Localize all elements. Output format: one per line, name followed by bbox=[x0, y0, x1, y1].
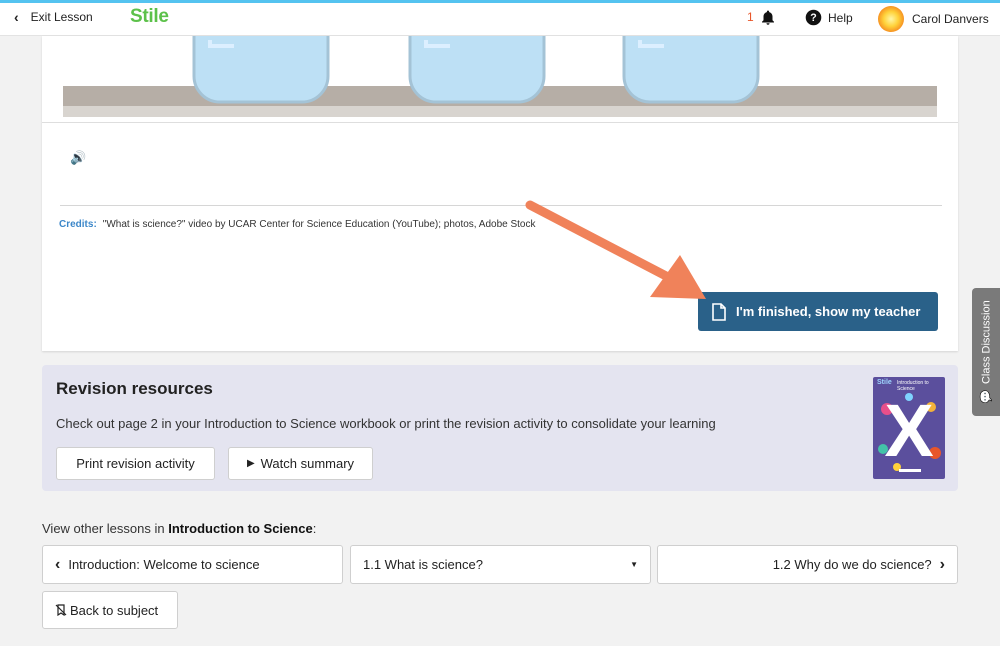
caret-down-icon: ▼ bbox=[630, 560, 638, 569]
annotation-arrow bbox=[525, 200, 706, 299]
svg-text:?: ? bbox=[810, 12, 816, 24]
help-label: Help bbox=[828, 10, 853, 25]
previous-lesson-label: Introduction: Welcome to science bbox=[68, 557, 260, 572]
top-bar: ‹ Exit Lesson Stile 1 ? Help Carol Danve… bbox=[0, 0, 1000, 36]
no-bookmark-icon bbox=[55, 604, 67, 616]
avatar bbox=[878, 6, 904, 32]
watch-summary-label: Watch summary bbox=[260, 456, 355, 471]
subject-name: Introduction to Science bbox=[168, 521, 313, 536]
credits: Credits: "What is science?" video by UCAR… bbox=[59, 219, 536, 230]
print-revision-button[interactable]: Print revision activity bbox=[56, 447, 215, 480]
revision-resources-panel: Revision resources Check out page 2 in y… bbox=[42, 365, 958, 491]
other-lessons-label: View other lessons in Introduction to Sc… bbox=[42, 521, 316, 536]
divider bbox=[60, 205, 942, 206]
book-letter: X bbox=[884, 389, 934, 472]
class-discussion-tab[interactable]: 💬 Class Discussion bbox=[972, 288, 1000, 416]
back-to-subject-button[interactable]: Back to subject bbox=[42, 591, 178, 629]
other-lessons-prefix: View other lessons in bbox=[42, 521, 169, 536]
watch-summary-button[interactable]: ▶ Watch summary bbox=[228, 447, 373, 480]
notification-count: 1 bbox=[747, 10, 754, 24]
lesson-select-value: 1.1 What is science? bbox=[363, 557, 483, 572]
book-brand: Stile bbox=[877, 379, 892, 386]
chevron-left-icon: ‹ bbox=[55, 555, 61, 573]
chevron-left-icon: ‹ bbox=[14, 9, 19, 25]
revision-title: Revision resources bbox=[56, 379, 213, 398]
class-discussion-label: Class Discussion bbox=[980, 300, 992, 385]
bell-icon[interactable] bbox=[759, 9, 777, 32]
lesson-select[interactable]: 1.1 What is science? ▼ bbox=[350, 545, 651, 584]
other-lessons-suffix: : bbox=[312, 521, 317, 536]
revision-description: Check out page 2 in your Introduction to… bbox=[56, 416, 716, 431]
back-to-subject-label: Back to subject bbox=[70, 602, 159, 618]
play-icon: ▶ bbox=[246, 458, 255, 469]
finish-show-teacher-button[interactable]: I'm finished, show my teacher bbox=[698, 292, 938, 331]
exit-lesson-button[interactable]: ‹ Exit Lesson bbox=[14, 9, 93, 25]
next-lesson-button[interactable]: 1.2 Why do we do science? › bbox=[657, 545, 958, 584]
help-icon: ? bbox=[805, 9, 822, 26]
chevron-right-icon: › bbox=[939, 555, 945, 573]
help-button[interactable]: ? Help bbox=[805, 9, 853, 26]
user-name: Carol Danvers bbox=[912, 12, 989, 26]
stile-logo[interactable]: Stile bbox=[130, 6, 169, 28]
lesson-card: 🔊 Credits: "What is science?" video by UC… bbox=[42, 36, 958, 351]
chat-bubble-icon: 💬 bbox=[980, 390, 993, 404]
finish-button-label: I'm finished, show my teacher bbox=[736, 304, 921, 319]
credits-text: "What is science?" video by UCAR Center … bbox=[102, 219, 536, 230]
class-discussion-content: 💬 Class Discussion bbox=[980, 300, 993, 403]
print-revision-label: Print revision activity bbox=[76, 456, 195, 471]
speaker-icon[interactable]: 🔊 bbox=[70, 150, 86, 166]
credits-label: Credits: bbox=[59, 219, 97, 230]
user-menu[interactable]: Carol Danvers bbox=[878, 6, 989, 32]
document-icon bbox=[712, 302, 726, 321]
next-lesson-label: 1.2 Why do we do science? bbox=[772, 557, 932, 572]
workbook-cover[interactable]: Stile Introduction to Science X bbox=[873, 377, 945, 479]
illustration-divider bbox=[42, 122, 958, 123]
exit-lesson-label: Exit Lesson bbox=[30, 10, 93, 24]
beakers-illustration bbox=[63, 36, 937, 117]
previous-lesson-button[interactable]: ‹ Introduction: Welcome to science bbox=[42, 545, 343, 584]
book-footer-bar bbox=[899, 469, 921, 472]
